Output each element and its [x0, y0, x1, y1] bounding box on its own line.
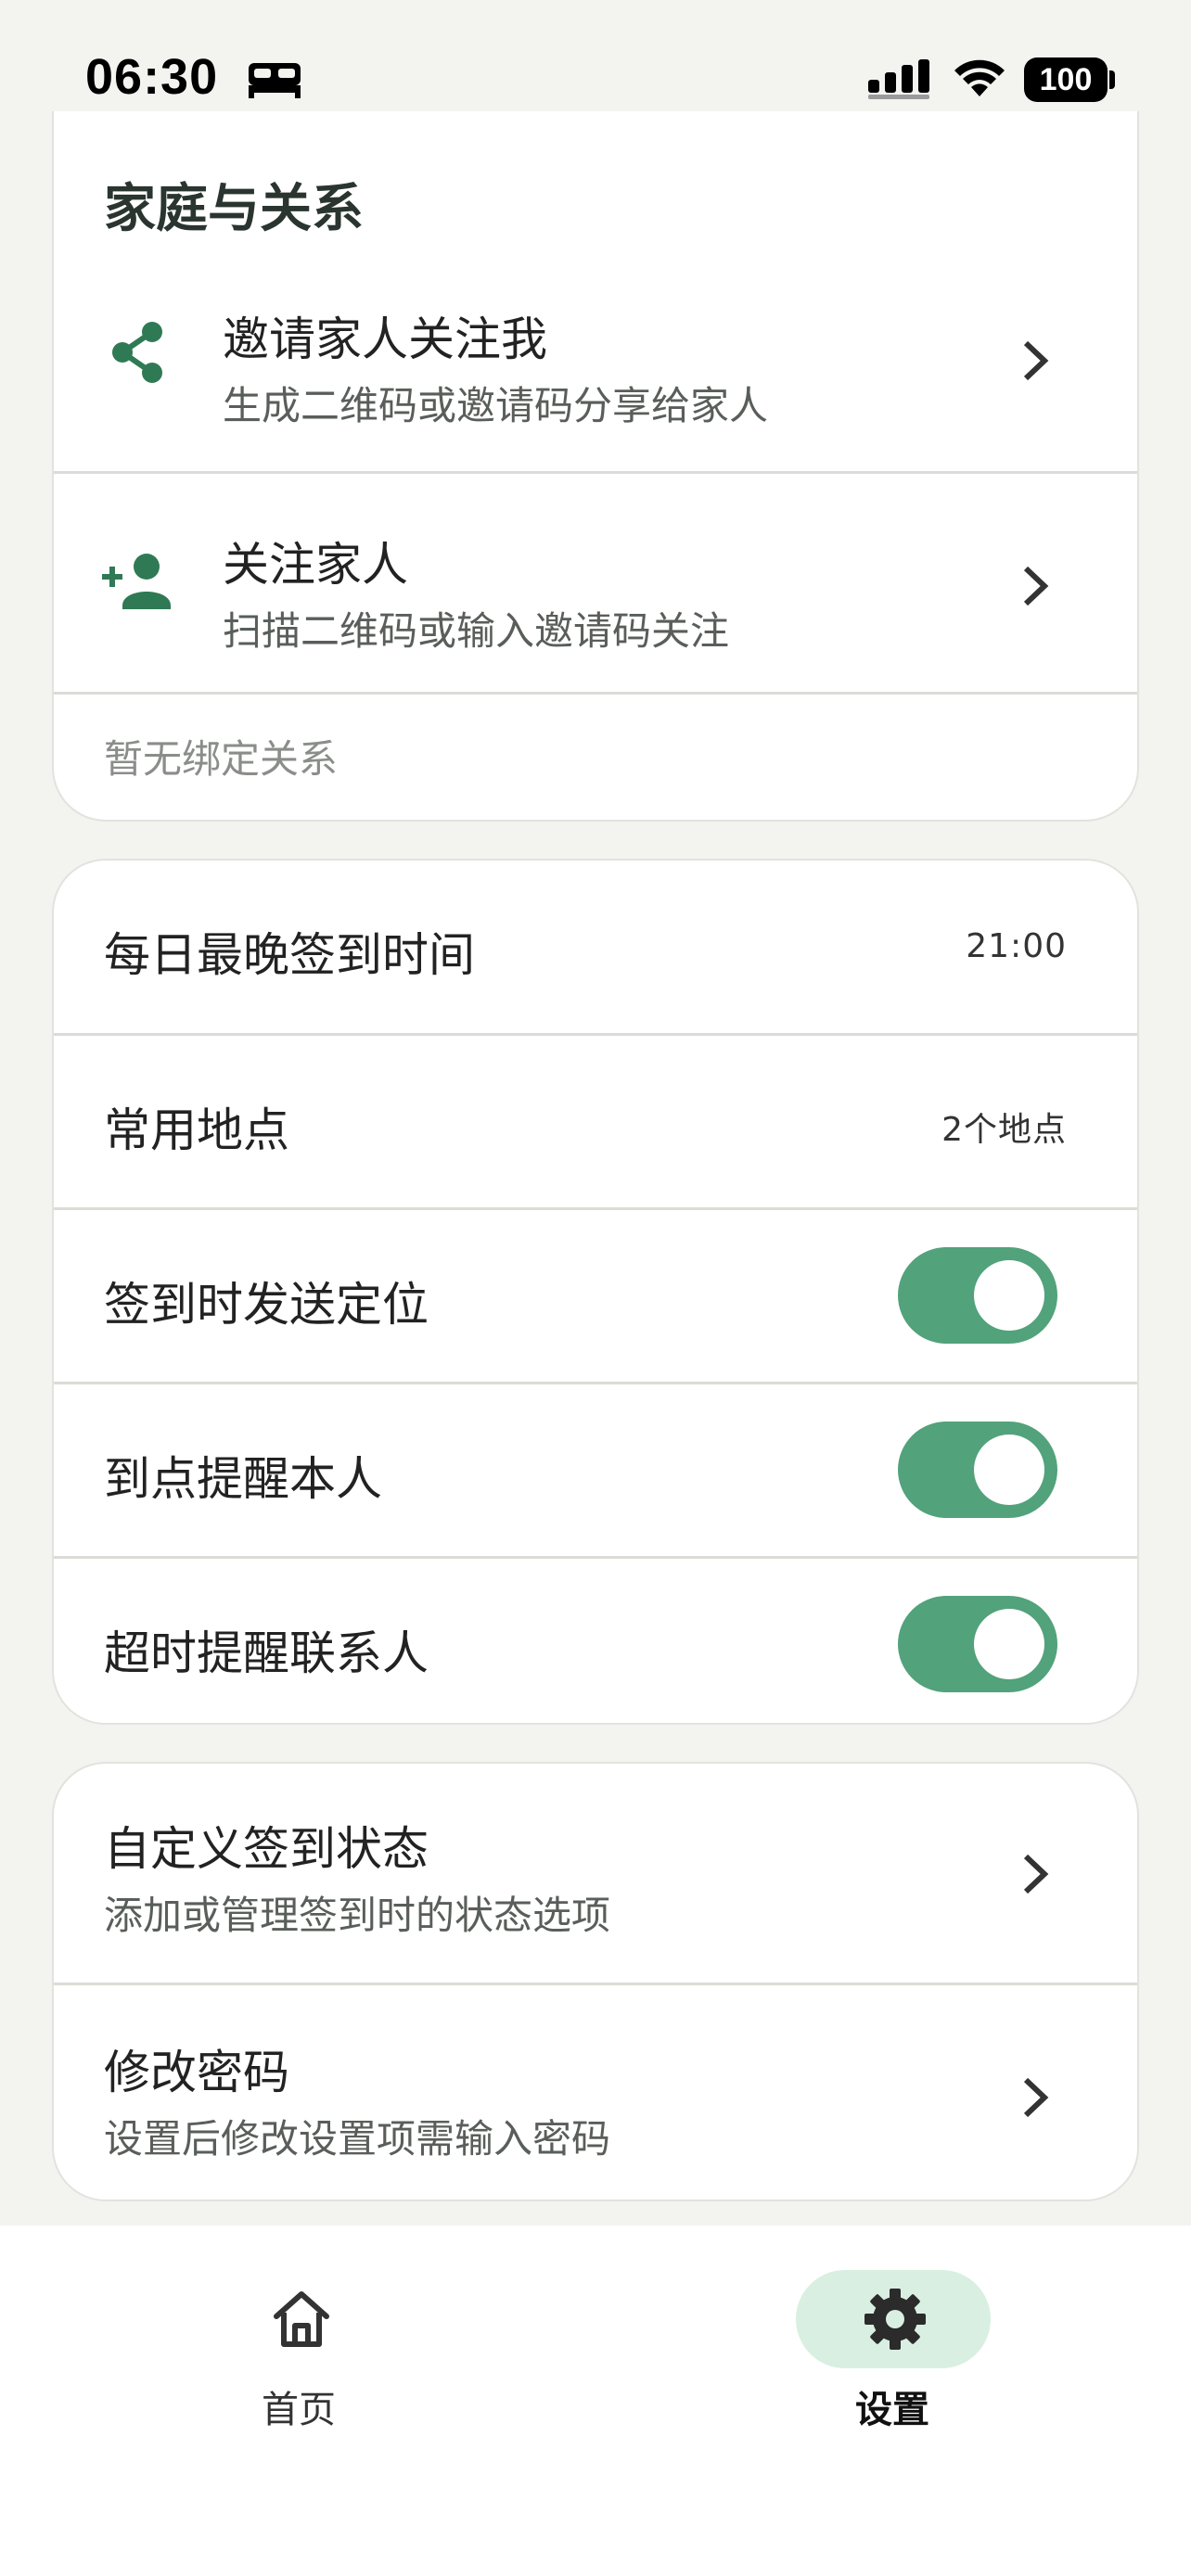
family-card: 家庭与关系 邀请家人关注我 生成二维码或邀请码分享给家人 关注家人 扫描二维码或…	[52, 111, 1139, 822]
gear-icon	[864, 2289, 926, 2350]
custom-status-title: 自定义签到状态	[104, 1822, 429, 1876]
chevron-right-icon	[1023, 340, 1049, 381]
custom-status-row[interactable]: 自定义签到状态 添加或管理签到时的状态选项	[54, 1764, 1137, 1983]
change-password-subtitle: 设置后修改设置项需输入密码	[104, 2116, 611, 2162]
chevron-right-icon	[1023, 1854, 1049, 1894]
common-places-label: 常用地点	[104, 1103, 289, 1157]
follow-family-subtitle: 扫描二维码或输入邀请码关注	[223, 608, 730, 654]
send-location-row: 签到时发送定位	[54, 1207, 1137, 1382]
nav-settings[interactable]: 设置	[753, 2225, 1031, 2467]
common-places-value: 2个地点	[941, 1111, 1067, 1149]
wifi-icon	[954, 59, 1005, 96]
toggle-knob	[974, 1260, 1044, 1331]
sleep-mode-icon	[249, 63, 301, 98]
section-title-family: 家庭与关系	[104, 179, 364, 239]
add-person-icon	[102, 554, 171, 609]
invite-family-title: 邀请家人关注我	[223, 312, 547, 366]
follow-family-title: 关注家人	[223, 538, 408, 592]
cellular-signal-icon	[868, 59, 929, 99]
chevron-right-icon	[1023, 566, 1049, 606]
remind-contact-label: 超时提醒联系人	[104, 1626, 429, 1680]
checkin-settings-card: 每日最晚签到时间 21:00 常用地点 2个地点 签到时发送定位 到点提醒本人 …	[52, 859, 1139, 1725]
empty-relations-row: 暂无绑定关系	[54, 692, 1137, 820]
battery-indicator: 100	[1024, 57, 1108, 102]
chevron-right-icon	[1023, 2077, 1049, 2118]
change-password-title: 修改密码	[104, 2046, 289, 2099]
home-icon	[274, 2291, 329, 2347]
checkin-deadline-label: 每日最晚签到时间	[104, 928, 475, 982]
checkin-deadline-value: 21:00	[966, 927, 1067, 965]
follow-family-row[interactable]: 关注家人 扫描二维码或输入邀请码关注	[54, 471, 1137, 694]
remind-self-toggle[interactable]	[898, 1422, 1057, 1518]
remind-contact-row: 超时提醒联系人	[54, 1556, 1137, 1723]
send-location-toggle[interactable]	[898, 1247, 1057, 1344]
change-password-row[interactable]: 修改密码 设置后修改设置项需输入密码	[54, 1983, 1137, 2200]
invite-family-subtitle: 生成二维码或邀请码分享给家人	[223, 383, 769, 428]
bottom-navigation: 首页 设置	[0, 2225, 1191, 2576]
remind-self-label: 到点提醒本人	[104, 1452, 382, 1506]
status-time: 06:30	[85, 49, 219, 105]
custom-status-subtitle: 添加或管理签到时的状态选项	[104, 1893, 611, 1938]
send-location-label: 签到时发送定位	[104, 1278, 429, 1332]
toggle-knob	[974, 1609, 1044, 1679]
share-icon	[112, 322, 162, 383]
nav-home[interactable]: 首页	[160, 2225, 438, 2467]
remind-self-row: 到点提醒本人	[54, 1382, 1137, 1556]
invite-family-row[interactable]: 邀请家人关注我 生成二维码或邀请码分享给家人	[54, 250, 1137, 473]
nav-settings-label: 设置	[855, 2389, 929, 2431]
battery-cap	[1109, 70, 1115, 89]
empty-relations-note: 暂无绑定关系	[104, 736, 339, 782]
misc-settings-card: 自定义签到状态 添加或管理签到时的状态选项 修改密码 设置后修改设置项需输入密码	[52, 1762, 1139, 2201]
common-places-row[interactable]: 常用地点 2个地点	[54, 1033, 1137, 1207]
checkin-deadline-row[interactable]: 每日最晚签到时间 21:00	[54, 861, 1137, 1033]
nav-home-label: 首页	[262, 2389, 336, 2431]
remind-contact-toggle[interactable]	[898, 1596, 1057, 1692]
toggle-knob	[974, 1435, 1044, 1505]
